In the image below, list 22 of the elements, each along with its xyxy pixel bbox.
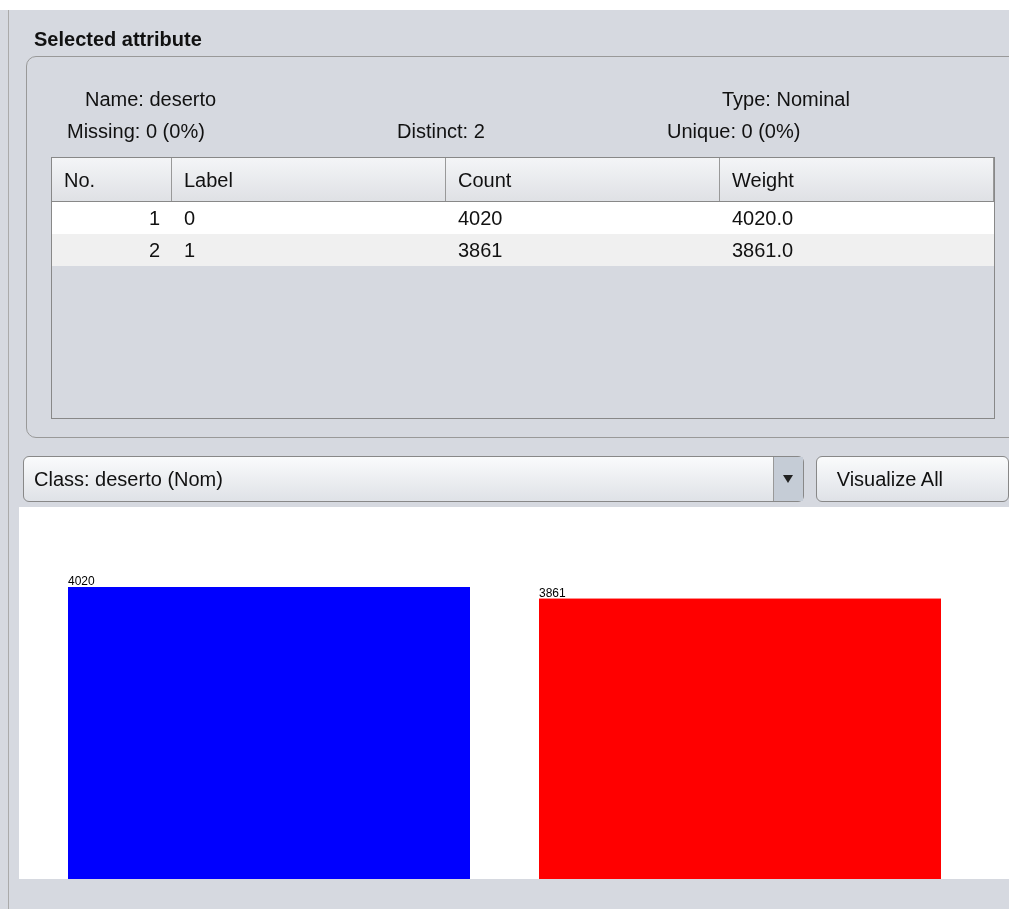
visualize-all-button[interactable]: Visualize All [815,456,1009,502]
summary-field: Name: deserto [85,88,217,110]
summary-field: Distinct: 2 [397,120,485,142]
bar-value-label: 4020 [68,574,95,588]
column-header[interactable]: Count [446,158,720,201]
column-header[interactable]: No. [52,158,172,201]
table-cell-text: 1 [183,238,197,263]
table-cell-text: 3861.0 [731,238,795,263]
table-cell-text: 3861 [457,238,504,263]
column-header[interactable]: Label [172,158,446,201]
summary-field: Unique: 0 (0%) [667,120,801,142]
summary-field: Type: Nominal [722,88,850,110]
table-cell-text: 2 [147,238,161,263]
table-cell-text: 4020.0 [731,206,795,231]
summary-field: Missing: 0 (0%) [67,120,205,142]
table-cell-text: 1 [147,206,161,231]
column-header[interactable]: Weight [720,158,994,201]
panel-title: Selected attribute [33,27,203,52]
table-cell-text: 0 [183,206,197,231]
class-dropdown[interactable]: Class: deserto (Nom) [23,456,804,502]
table-cell-text: 4020 [457,206,504,231]
bar-value-label: 3861 [539,585,566,600]
